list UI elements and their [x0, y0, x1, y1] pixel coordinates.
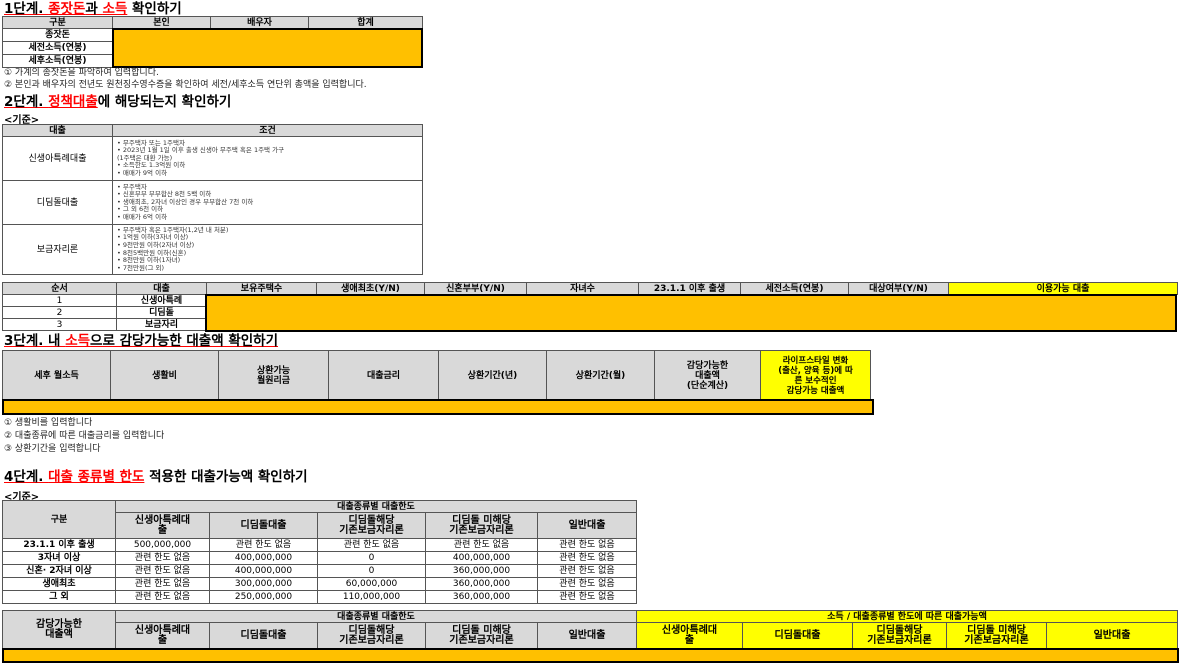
col-header: 디딤돌해당 기존보금자리론 — [317, 622, 426, 649]
step3-table: 세후 월소득 생활비 상환가능 월원리금 대출금리 상환기간(년) 상환기간(월… — [2, 350, 871, 401]
col-header: 대출 — [2, 124, 113, 137]
col-header: 본인 — [112, 16, 211, 29]
col-header: 디딤돌대출 — [209, 622, 318, 649]
col-header: 디딤돌해당 기존보금자리론 — [852, 622, 947, 649]
col-header: 자녀수 — [526, 282, 639, 295]
col-header: 생활비 — [110, 350, 219, 401]
col-header: 일반대출 — [537, 622, 637, 649]
col-header: 생애최초(Y/N) — [316, 282, 425, 295]
col-header: 구분 — [2, 500, 116, 539]
col-header: 대출 — [116, 282, 207, 295]
col-header: 신생아특례대 출 — [115, 512, 210, 539]
col-header: 합계 — [308, 16, 423, 29]
col-header: 디딤돌 미해당 기존보금자리론 — [425, 622, 538, 649]
step1-note-2: ② 본인과 배우자의 전년도 원천징수영수증을 확인하여 세전/세후소득 연단위… — [4, 80, 367, 90]
col-header: 세후 월소득 — [2, 350, 111, 401]
col-header: 보유주택수 — [206, 282, 317, 295]
col-header: 감당가능한 대출액 (단순계산) — [654, 350, 761, 401]
step3-input-area[interactable] — [2, 399, 874, 415]
col-header: 23.1.1 이후 출생 — [638, 282, 741, 295]
step3-title: 3단계. 내 소득으로 감당가능한 대출액 확인하기 — [4, 333, 279, 349]
col-header: 상환기간(월) — [546, 350, 655, 401]
col-header: 대상여부(Y/N) — [848, 282, 949, 295]
col-header: 라이프스타일 변화 (출산, 양육 등)에 따 른 보수적인 감당가능 대출액 — [760, 350, 871, 401]
col-header: 구분 — [2, 16, 113, 29]
loan-name: 보금자리론 — [2, 224, 113, 275]
table-row: 23.1.1 이후 출생 500,000,000 관련 한도 없음 관련 한도 … — [2, 538, 637, 552]
loan-conditions: • 무주택자 • 신혼부부 부부합산 8천 5백 이하 • 생애최초, 2자녀 … — [112, 180, 423, 225]
table-row: 그 외 관련 한도 없음 250,000,000 110,000,000 360… — [2, 590, 637, 604]
col-header: 신생아특례대 출 — [636, 622, 743, 649]
loan-conditions: • 무주택자 혹은 1주택자(1,2년 내 처분) • 1억원 이하(3자녀 이… — [112, 224, 423, 275]
col-header: 디딤돌대출 — [209, 512, 318, 539]
group-header: 대출종류별 대출한도 — [115, 610, 637, 623]
step2-title: 2단계. 정책대출에 해당되는지 확인하기 — [4, 94, 232, 110]
loan-criteria-table: 대출 조건 신생아특례대출 • 무주택자 또는 1주택자 • 2023년 1월 … — [2, 124, 423, 275]
col-header: 디딤돌 미해당 기존보금자리론 — [946, 622, 1047, 649]
row-label: 세후소득(연봉) — [2, 54, 113, 68]
step1-title: 1단계. 종잣돈과 소득 확인하기 — [4, 1, 182, 17]
available-loan-table: 감당가능한 대출액 대출종류별 대출한도 소득 / 대출종류별 한도에 따른 대… — [2, 610, 1179, 649]
loan-conditions: • 무주택자 또는 1주택자 • 2023년 1월 1일 이후 출생 신생아 무… — [112, 136, 423, 181]
col-header: 감당가능한 대출액 — [2, 610, 116, 649]
row-label: 세전소득(연봉) — [2, 41, 113, 55]
col-header: 순서 — [2, 282, 117, 295]
step1-input-area[interactable] — [112, 28, 423, 68]
col-header: 배우자 — [210, 16, 309, 29]
step3-note-2: ② 대출종류에 따른 대출금리를 입력합니다 — [4, 431, 165, 441]
col-header: 디딤돌해당 기존보금자리론 — [317, 512, 426, 539]
col-header: 디딤돌 미해당 기존보금자리론 — [425, 512, 538, 539]
col-header: 일반대출 — [537, 512, 637, 539]
col-header: 조건 — [112, 124, 423, 137]
col-header: 디딤돌대출 — [742, 622, 853, 649]
group-header: 대출종류별 대출한도 — [115, 500, 637, 513]
loan-name: 디딤돌대출 — [2, 180, 113, 225]
step3-note-1: ① 생활비를 입력합니다 — [4, 418, 93, 428]
limit-table: 구분 대출종류별 대출한도 신생아특례대 출 디딤돌대출 디딤돌해당 기존보금자… — [2, 500, 637, 604]
row-label: 종잣돈 — [2, 28, 113, 42]
loan-name: 신생아특례대출 — [2, 136, 113, 181]
col-header: 일반대출 — [1045, 622, 1179, 649]
step2-input-area[interactable] — [205, 294, 1177, 332]
col-header: 상환가능 월원리금 — [218, 350, 329, 401]
step3-note-3: ③ 상환기간을 입력합니다 — [4, 444, 101, 454]
step4-input-area[interactable] — [2, 648, 1179, 663]
step4-title: 4단계. 대출 종류별 한도 적용한 대출가능액 확인하기 — [4, 469, 308, 485]
col-header: 신생아특례대 출 — [115, 622, 210, 649]
table-row: 생애최초 관련 한도 없음 300,000,000 60,000,000 360… — [2, 577, 637, 591]
col-header: 이용가능 대출 — [948, 282, 1178, 295]
col-header: 신혼부부(Y/N) — [424, 282, 527, 295]
col-header: 상환기간(년) — [438, 350, 547, 401]
col-header: 대출금리 — [328, 350, 439, 401]
table-row: 3자녀 이상 관련 한도 없음 400,000,000 0 400,000,00… — [2, 551, 637, 565]
group-header-yellow: 소득 / 대출종류별 한도에 따른 대출가능액 — [635, 610, 1179, 623]
step1-note-1: ① 가계의 종잣돈을 파악하여 입력합니다. — [4, 68, 159, 78]
col-header: 세전소득(연봉) — [740, 282, 849, 295]
table-row: 신혼· 2자녀 이상 관련 한도 없음 400,000,000 0 360,00… — [2, 564, 637, 578]
